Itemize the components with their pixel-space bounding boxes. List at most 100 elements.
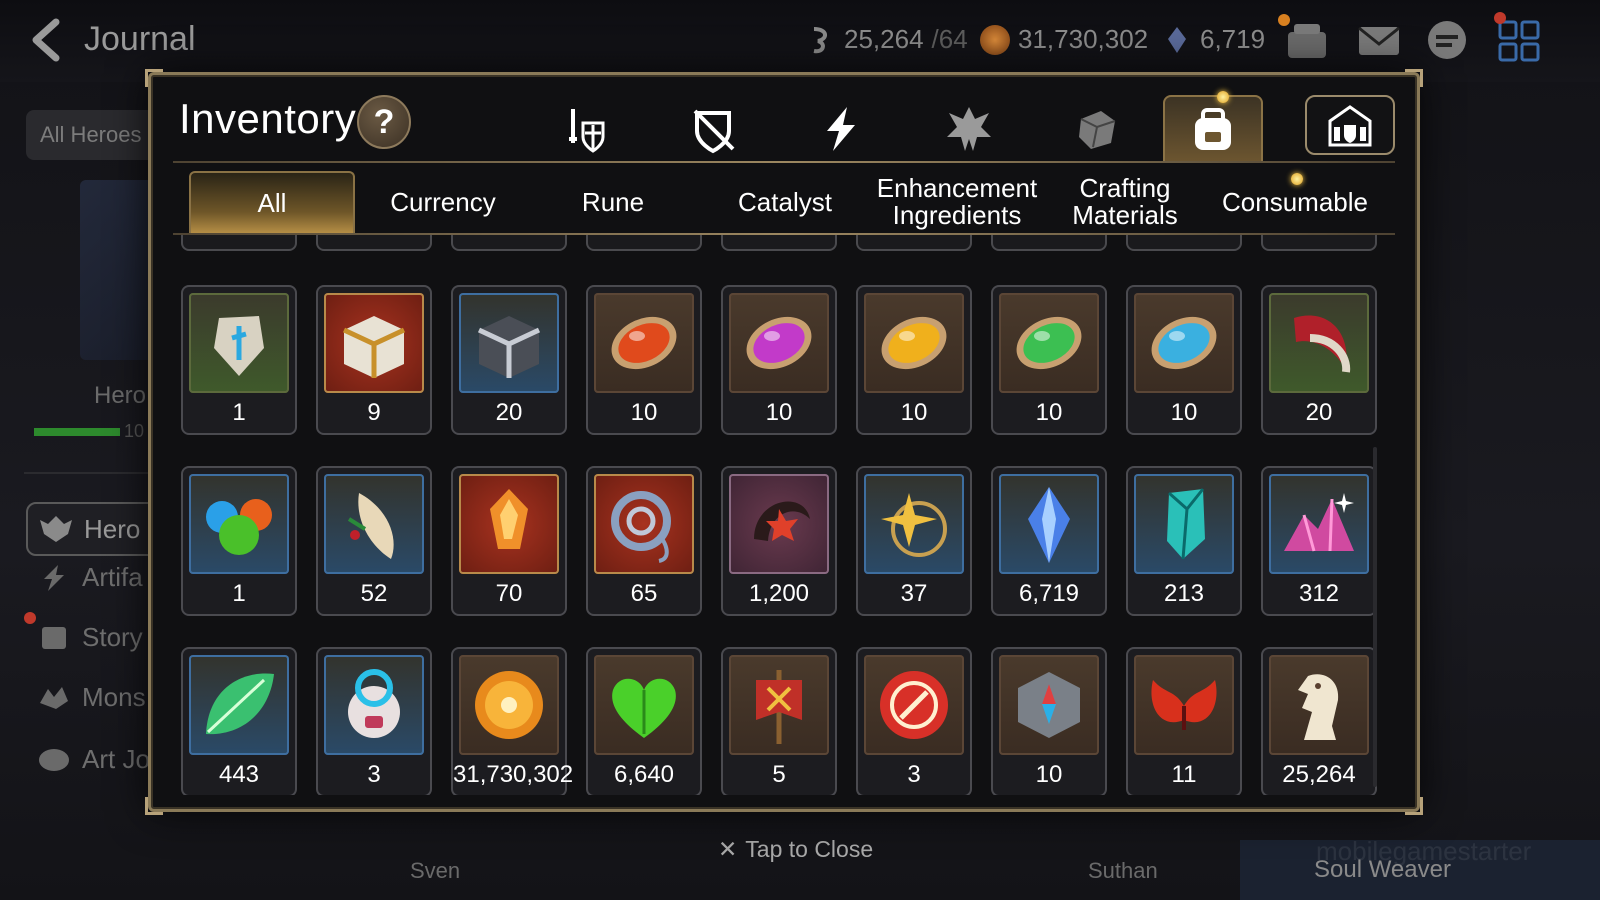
inventory-slot-partial[interactable] [1126, 235, 1242, 251]
inventory-slot[interactable]: 20 [1261, 285, 1377, 435]
category-artifact[interactable] [791, 95, 891, 163]
inventory-slot[interactable]: 37 [856, 466, 972, 616]
mail-icon[interactable] [1356, 18, 1402, 64]
hero-progress-value: 10 [124, 421, 145, 441]
inventory-slot[interactable]: 52 [316, 466, 432, 616]
tab-currency[interactable]: Currency [365, 171, 521, 233]
category-hero-material[interactable] [919, 95, 1019, 163]
frame-corner [145, 69, 163, 87]
shop-icon[interactable] [1284, 18, 1330, 64]
blue-gem-icon [1151, 316, 1217, 370]
inventory-slot-partial[interactable] [181, 235, 297, 251]
inventory-slot[interactable]: 6,640 [586, 647, 702, 795]
stamina-resource[interactable]: 25,264/64 [806, 24, 968, 55]
divider [173, 161, 1395, 163]
scrollbar[interactable] [1373, 447, 1377, 787]
all-heroes-filter[interactable]: All Heroes [26, 110, 166, 160]
back-arrow-icon[interactable] [26, 18, 70, 62]
inventory-slot[interactable]: 9 [316, 285, 432, 435]
inventory-slot[interactable]: 3 [316, 647, 432, 795]
menu-grid-icon[interactable] [1496, 18, 1542, 64]
item-quantity: 5 [772, 761, 786, 788]
gold-resource[interactable]: 31,730,302 [980, 24, 1148, 55]
item-quantity: 10 [1035, 761, 1063, 788]
item-art [324, 293, 424, 393]
item-art [729, 293, 829, 393]
pink-crystal-pile-icon [1284, 493, 1354, 552]
inventory-slot[interactable]: 443 [181, 647, 297, 795]
notification-dot [1494, 12, 1506, 24]
green-gem-icon [1016, 316, 1082, 370]
inventory-slot[interactable]: 213 [1126, 466, 1242, 616]
tab-all[interactable]: All [189, 171, 355, 233]
inventory-slot[interactable]: 10 [991, 647, 1107, 795]
inventory-slot[interactable]: 25,264 [1261, 647, 1377, 795]
category-storage[interactable] [1305, 95, 1395, 155]
inventory-slot-partial[interactable] [1261, 235, 1377, 251]
tab-crafting-materials[interactable]: Crafting Materials [1051, 171, 1199, 233]
item-art [594, 474, 694, 574]
item-art [999, 474, 1099, 574]
item-art [864, 474, 964, 574]
inventory-slot[interactable]: 1 [181, 285, 297, 435]
inventory-slot[interactable]: 312 [1261, 466, 1377, 616]
item-quantity: 6,719 [1018, 580, 1080, 607]
item-quantity: 10 [765, 399, 793, 426]
item-quantity: 1 [232, 580, 246, 607]
inventory-slot[interactable]: 65 [586, 466, 702, 616]
hero-label: Hero [94, 382, 147, 409]
inventory-slot[interactable]: 10 [1126, 285, 1242, 435]
crystal-resource[interactable]: 6,719 [1162, 24, 1265, 55]
category-material[interactable] [1047, 95, 1147, 163]
category-no-gear[interactable] [663, 95, 763, 163]
inventory-slot[interactable]: 1,200 [721, 466, 837, 616]
help-button[interactable]: ? [357, 95, 411, 149]
item-quantity: 37 [900, 580, 928, 607]
item-art [594, 655, 694, 755]
purple-gem-icon [746, 316, 812, 370]
material-cube-icon [1079, 111, 1116, 149]
no-gear-icon [693, 109, 735, 154]
inventory-slot-partial[interactable] [586, 235, 702, 251]
inventory-slot-partial[interactable] [856, 235, 972, 251]
sidebar-item-art[interactable]: Art Jo [36, 744, 150, 775]
tab-enhancement-ingredients[interactable]: Enhancement Ingredients [875, 171, 1039, 233]
inventory-slot[interactable]: 11 [1126, 647, 1242, 795]
inventory-slot[interactable]: 31,730,302 [451, 647, 573, 795]
tab-rune[interactable]: Rune [533, 171, 693, 233]
inventory-slot[interactable]: 10 [721, 285, 837, 435]
inventory-slot[interactable]: 10 [991, 285, 1107, 435]
claw-icon [1294, 315, 1351, 373]
item-quantity: 10 [1170, 399, 1198, 426]
slime-orbs-icon [206, 499, 272, 555]
item-art [729, 474, 829, 574]
sidebar-item-artifact[interactable]: Artifa [36, 562, 143, 593]
inventory-slot-partial[interactable] [721, 235, 837, 251]
storage-icon [1328, 105, 1372, 147]
inventory-modal: Inventory ? All Currency Rune Catalyst E… [145, 69, 1423, 815]
equipment-icon [569, 109, 605, 153]
inventory-slot[interactable]: 6,719 [991, 466, 1107, 616]
sidebar-item-story[interactable]: Story [36, 622, 143, 653]
inventory-slot[interactable]: 10 [586, 285, 702, 435]
inventory-slot-partial[interactable] [991, 235, 1107, 251]
tab-catalyst[interactable]: Catalyst [705, 171, 865, 233]
story-icon [42, 626, 66, 649]
inventory-slot[interactable]: 1 [181, 466, 297, 616]
chat-icon[interactable] [1424, 18, 1470, 64]
subtab-bar: All Currency Rune Catalyst Enhancement I… [189, 171, 1389, 233]
item-quantity: 11 [1171, 761, 1197, 788]
item-quantity: 65 [630, 580, 658, 607]
inventory-slot-partial[interactable] [316, 235, 432, 251]
category-equipment[interactable] [535, 95, 635, 163]
tap-to-close-button[interactable]: ✕ Tap to Close [718, 836, 873, 863]
inventory-slot[interactable]: 5 [721, 647, 837, 795]
category-bag[interactable] [1163, 95, 1263, 163]
inventory-slot[interactable]: 3 [856, 647, 972, 795]
inventory-slot[interactable]: 70 [451, 466, 567, 616]
inventory-slot[interactable]: 10 [856, 285, 972, 435]
item-art [1134, 293, 1234, 393]
sidebar-item-monster[interactable]: Mons [36, 682, 146, 713]
inventory-slot-partial[interactable] [451, 235, 567, 251]
inventory-slot[interactable]: 20 [451, 285, 567, 435]
